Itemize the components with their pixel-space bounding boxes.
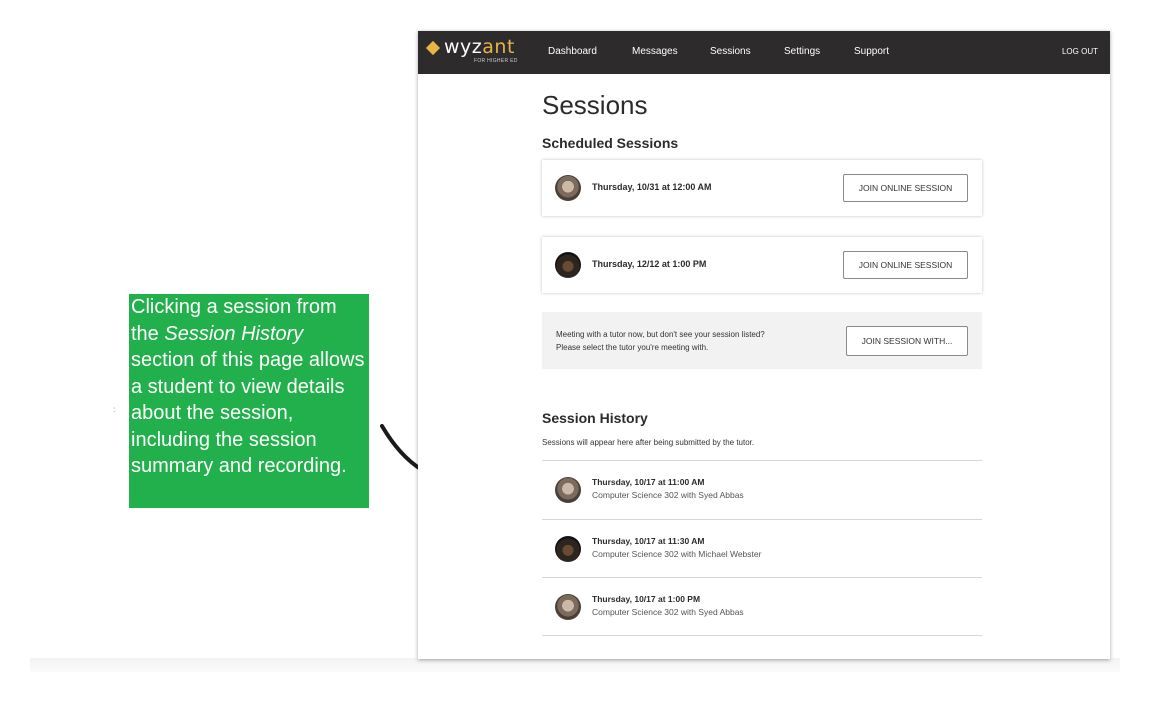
tutor-avatar [555, 175, 581, 201]
top-navigation-bar: wyzant FOR HIGHER ED Dashboard Messages … [418, 31, 1110, 74]
stray-mark: : [113, 405, 116, 414]
nav-messages[interactable]: Messages [632, 46, 678, 57]
annotation-text-after: section of this page allows a student to… [131, 349, 365, 477]
history-session-subtitle: Computer Science 302 with Michael Webste… [592, 549, 762, 559]
session-history-heading: Session History [542, 410, 648, 426]
tutor-avatar [555, 536, 581, 562]
scheduled-sessions-heading: Scheduled Sessions [542, 135, 679, 151]
logo-diamond-icon [425, 40, 441, 56]
divider [542, 635, 982, 636]
notice-text: Meeting with a tutor now, but don't see … [556, 330, 765, 352]
nav-sessions[interactable]: Sessions [710, 46, 751, 57]
backdrop-shade [30, 658, 1120, 672]
join-session-with-button[interactable]: JOIN SESSION WITH... [846, 326, 968, 356]
join-online-session-button[interactable]: JOIN ONLINE SESSION [843, 174, 968, 202]
join-online-session-button[interactable]: JOIN ONLINE SESSION [843, 251, 968, 279]
tutor-avatar [555, 252, 581, 278]
history-session-date: Thursday, 10/17 at 11:00 AM [592, 477, 705, 487]
session-history-row[interactable]: Thursday, 10/17 at 11:30 AM Computer Sci… [542, 520, 982, 578]
session-history-row[interactable]: Thursday, 10/17 at 1:00 PM Computer Scie… [542, 578, 982, 636]
nav-support[interactable]: Support [854, 46, 889, 57]
history-session-subtitle: Computer Science 302 with Syed Abbas [592, 490, 744, 500]
annotation-callout: Clicking a session from the Session Hist… [129, 294, 369, 508]
annotation-text-emphasis: Session History [164, 322, 304, 345]
nav-dashboard[interactable]: Dashboard [548, 46, 597, 57]
session-date: Thursday, 10/31 at 12:00 AM [592, 182, 712, 192]
nav-settings[interactable]: Settings [784, 46, 820, 57]
scheduled-session-card[interactable]: Thursday, 10/31 at 12:00 AM JOIN ONLINE … [542, 160, 982, 216]
tutor-avatar [555, 594, 581, 620]
unlisted-session-notice: Meeting with a tutor now, but don't see … [542, 312, 982, 369]
session-history-row[interactable]: Thursday, 10/17 at 11:00 AM Computer Sci… [542, 461, 982, 519]
logout-link[interactable]: LOG OUT [1062, 47, 1098, 56]
tutor-avatar [555, 477, 581, 503]
session-history-note: Sessions will appear here after being su… [542, 438, 755, 447]
scheduled-session-card[interactable]: Thursday, 12/12 at 1:00 PM JOIN ONLINE S… [542, 237, 982, 293]
session-date: Thursday, 12/12 at 1:00 PM [592, 259, 707, 269]
app-window: wyzant FOR HIGHER ED Dashboard Messages … [418, 31, 1110, 659]
history-session-subtitle: Computer Science 302 with Syed Abbas [592, 607, 744, 617]
page-title: Sessions [542, 90, 648, 120]
history-session-date: Thursday, 10/17 at 1:00 PM [592, 594, 701, 604]
logo-subtitle: FOR HIGHER ED [474, 58, 518, 64]
history-session-date: Thursday, 10/17 at 11:30 AM [592, 536, 705, 546]
logo-wordmark: wyzant [444, 36, 515, 58]
